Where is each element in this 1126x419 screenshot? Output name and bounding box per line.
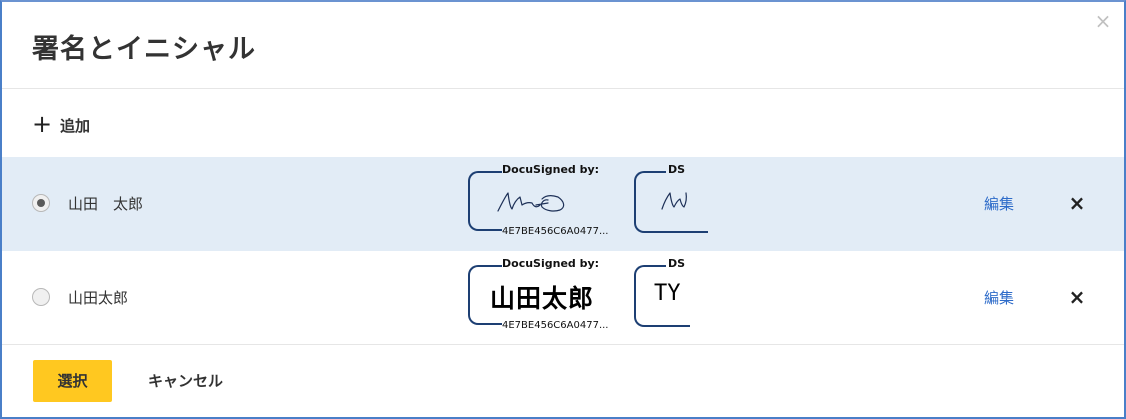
- signature-caption: DocuSigned by:: [502, 257, 600, 270]
- plus-icon: +: [32, 110, 53, 138]
- delete-signature-icon[interactable]: ×: [1066, 286, 1088, 308]
- dialog-footer: 選択 キャンセル: [2, 344, 1124, 417]
- radio-selected-dot: [37, 199, 45, 207]
- signature-row[interactable]: 山田太郎 DocuSigned by: 山田太郎 4E7BE456C6A0477…: [2, 251, 1124, 345]
- initials-caption: DS: [668, 257, 686, 270]
- handwritten-signature-image: [497, 192, 565, 212]
- cancel-button[interactable]: キャンセル: [148, 360, 223, 402]
- typed-initials: TY: [654, 281, 681, 306]
- signature-name: 山田太郎: [68, 289, 129, 307]
- signature-frame-bottom: [494, 323, 502, 325]
- edit-signature-link[interactable]: 編集: [984, 193, 1014, 214]
- select-button[interactable]: 選択: [33, 360, 112, 402]
- dialog-title: 署名とイニシャル: [32, 34, 256, 65]
- signature-dialog: 署名とイニシャル × + 追加 山田 太郎 DocuSigned by: 4E7…: [0, 0, 1126, 419]
- signature-radio[interactable]: [32, 288, 50, 306]
- close-dialog-icon[interactable]: ×: [1092, 10, 1114, 32]
- signature-radio[interactable]: [32, 194, 50, 212]
- signature-name: 山田 太郎: [68, 195, 144, 213]
- signature-caption: DocuSigned by:: [502, 163, 600, 176]
- signature-hash: 4E7BE456C6A0477...: [502, 320, 609, 331]
- handwritten-initials-image: [661, 192, 687, 210]
- dialog-header: 署名とイニシャル ×: [2, 2, 1124, 89]
- signature-preview: DocuSigned by: 4E7BE456C6A0477...: [468, 163, 628, 237]
- initials-caption: DS: [668, 163, 686, 176]
- signature-frame-bottom: [494, 229, 502, 231]
- signature-row[interactable]: 山田 太郎 DocuSigned by: 4E7BE456C6A0477... …: [2, 157, 1124, 251]
- signature-hash: 4E7BE456C6A0477...: [502, 226, 609, 237]
- initials-frame-bottom: [660, 231, 708, 233]
- typed-signature: 山田太郎: [490, 284, 595, 313]
- add-signature-button[interactable]: + 追加: [32, 112, 90, 138]
- initials-preview: DS TY: [634, 257, 714, 331]
- signature-frame-top: [494, 265, 502, 267]
- initials-frame-top: [660, 265, 666, 267]
- signature-preview: DocuSigned by: 山田太郎 4E7BE456C6A0477...: [468, 257, 628, 331]
- delete-signature-icon[interactable]: ×: [1066, 192, 1088, 214]
- initials-frame-top: [660, 171, 666, 173]
- initials-frame-bottom: [660, 325, 690, 327]
- signature-list: 山田 太郎 DocuSigned by: 4E7BE456C6A0477... …: [2, 157, 1124, 345]
- edit-signature-link[interactable]: 編集: [984, 287, 1014, 308]
- initials-preview: DS: [634, 163, 714, 237]
- signature-frame-top: [494, 171, 502, 173]
- add-label: 追加: [60, 116, 91, 135]
